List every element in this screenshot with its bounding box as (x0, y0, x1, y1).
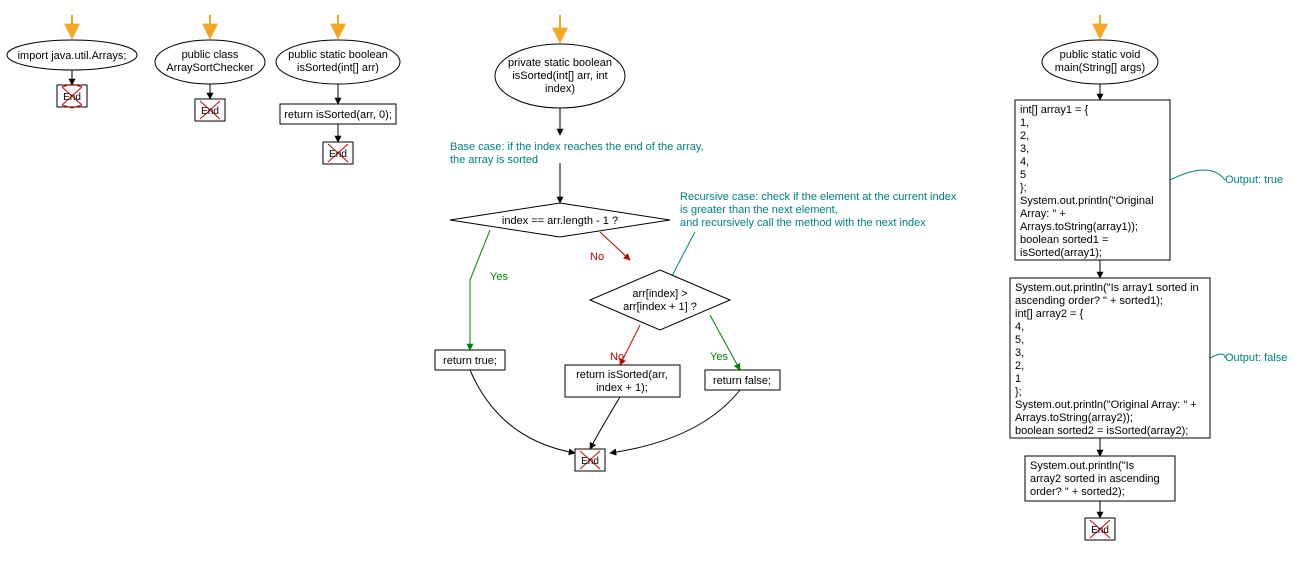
svg-text:System.out.println("Original: System.out.println("Original (1020, 195, 1154, 207)
svg-text:is greater than the next eleme: is greater than the next element, (680, 204, 838, 216)
svg-text:2,: 2, (1020, 130, 1029, 142)
svg-text:and recursively call the metho: and recursively call the method with the… (680, 217, 926, 229)
svg-text:No: No (610, 351, 624, 363)
comment-recursive-case: Recursive case: check if the element at … (680, 191, 957, 203)
svg-text:3,: 3, (1015, 347, 1024, 359)
svg-text:public class: public class (182, 49, 239, 61)
svg-text:System.out.println("Is: System.out.println("Is (1030, 460, 1135, 472)
svg-text:order? " + sorted2);: order? " + sorted2); (1030, 486, 1125, 498)
svg-text:1,: 1, (1020, 117, 1029, 129)
svg-text:arr[index] >: arr[index] > (632, 288, 687, 300)
svg-text:5,: 5, (1015, 334, 1024, 346)
svg-text:arr[index + 1] ?: arr[index + 1] ? (623, 301, 697, 313)
svg-text:Yes: Yes (710, 351, 728, 363)
svg-text:ascending order? " + sorted1);: ascending order? " + sorted1); (1015, 295, 1163, 307)
svg-text:int[] array1 = {: int[] array1 = { (1020, 104, 1089, 116)
comment-base-case: Base case: if the index reaches the end … (450, 141, 704, 153)
svg-text:isSorted(int[] arr, int: isSorted(int[] arr, int (512, 70, 607, 82)
svg-text:array2 sorted in ascending: array2 sorted in ascending (1030, 473, 1160, 485)
svg-text:5: 5 (1020, 169, 1026, 181)
svg-text:isSorted(array1);: isSorted(array1); (1020, 247, 1102, 259)
return-true: return true; (443, 355, 497, 367)
svg-text:End: End (201, 106, 219, 117)
svg-text:ArraySortChecker: ArraySortChecker (166, 62, 254, 74)
flow-public-issorted: public static boolean isSorted(int[] arr… (276, 15, 400, 164)
svg-text:Yes: Yes (490, 271, 508, 283)
svg-text:System.out.println("Original A: System.out.println("Original Array: " + (1015, 399, 1197, 411)
end-icon: End (57, 84, 87, 108)
flow-import: import java.util.Arrays; End (7, 15, 137, 108)
return-recurse: return isSorted(arr, (576, 369, 668, 381)
svg-text:return isSorted(arr, 0);: return isSorted(arr, 0); (284, 109, 392, 121)
svg-text:System.out.println("Is array1: System.out.println("Is array1 sorted in (1015, 282, 1199, 294)
decision-greater-than-next (590, 270, 730, 330)
end-icon: End (195, 99, 225, 121)
svg-text:End: End (581, 456, 599, 467)
svg-text:End: End (1091, 525, 1109, 536)
svg-text:End: End (329, 149, 347, 160)
svg-text:public static void: public static void (1060, 49, 1141, 61)
svg-text:3,: 3, (1020, 143, 1029, 155)
svg-text:Arrays.toString(array1));: Arrays.toString(array1)); (1020, 221, 1138, 233)
end-icon: End (1085, 518, 1115, 540)
svg-text:Array: " +: Array: " + (1020, 208, 1066, 220)
flow-class: public class ArraySortChecker End (155, 15, 265, 121)
svg-text:index): index) (545, 83, 575, 95)
end-icon: End (575, 449, 605, 471)
return-false: return false; (713, 375, 771, 387)
svg-text:boolean sorted1 =: boolean sorted1 = (1020, 234, 1108, 246)
svg-text:Arrays.toString(array2));: Arrays.toString(array2)); (1015, 412, 1133, 424)
comment-output-false: Output: false (1225, 352, 1287, 364)
svg-text:the array is sorted: the array is sorted (450, 154, 538, 166)
svg-text:4,: 4, (1015, 321, 1024, 333)
svg-text:};: }; (1020, 182, 1027, 194)
flow-main: public static void main(String[] args) i… (1010, 15, 1287, 540)
svg-text:index + 1);: index + 1); (596, 382, 648, 394)
comment-output-true: Output: true (1225, 174, 1283, 186)
end-icon: End (323, 142, 353, 164)
svg-text:};: }; (1015, 386, 1022, 398)
import-label: import java.util.Arrays; (18, 50, 127, 62)
svg-text:main(String[] args): main(String[] args) (1055, 62, 1145, 74)
svg-text:public static boolean: public static boolean (288, 49, 388, 61)
svg-text:1: 1 (1015, 373, 1021, 385)
svg-text:isSorted(int[] arr): isSorted(int[] arr) (297, 62, 379, 74)
svg-text:4,: 4, (1020, 156, 1029, 168)
flow-private-issorted: private static boolean isSorted(int[] ar… (435, 15, 957, 471)
svg-text:boolean sorted2 = isSorted(arr: boolean sorted2 = isSorted(array2); (1015, 425, 1188, 437)
svg-text:End: End (63, 92, 81, 103)
svg-text:2,: 2, (1015, 360, 1024, 372)
svg-text:No: No (590, 251, 604, 263)
svg-text:index == arr.length - 1 ?: index == arr.length - 1 ? (502, 215, 618, 227)
svg-text:int[] array2 = {: int[] array2 = { (1015, 308, 1084, 320)
svg-text:private static boolean: private static boolean (508, 57, 612, 69)
